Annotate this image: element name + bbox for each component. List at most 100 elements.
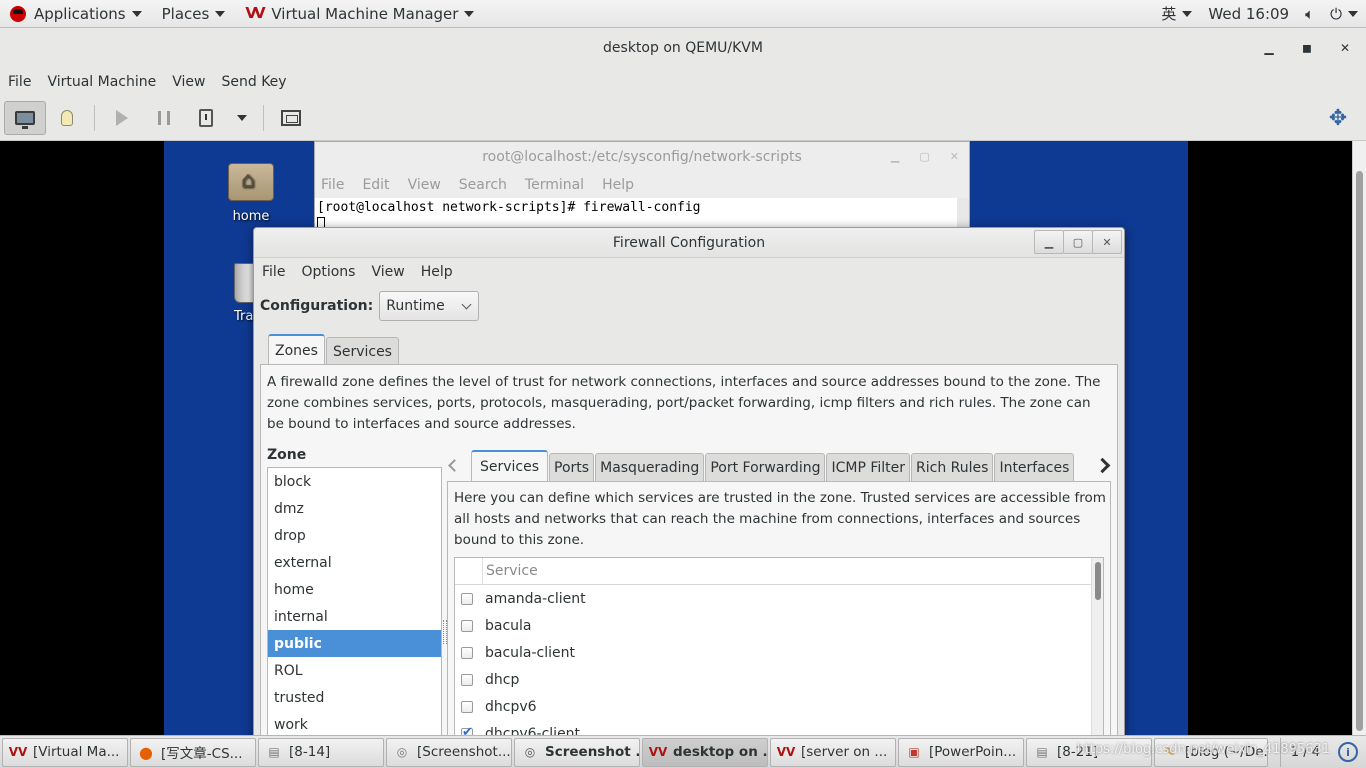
vm-window-titlebar[interactable]: desktop on QEMU/KVM ▁ ◼ ✕ — [0, 28, 1366, 68]
menu-view[interactable]: View — [404, 177, 449, 193]
configuration-select[interactable]: Runtime — [379, 291, 480, 321]
terminal-window[interactable]: root@localhost:/etc/sysconfig/network-sc… — [314, 141, 970, 242]
show-details-button[interactable] — [46, 101, 88, 135]
tab-zone-masquerading[interactable]: Masquerading — [595, 453, 705, 481]
list-item[interactable]: block — [268, 468, 441, 495]
tab-zone-services[interactable]: Services — [471, 450, 549, 481]
lightbulb-icon — [61, 110, 73, 126]
input-method-menu[interactable]: 英 — [1153, 0, 1200, 28]
fullscreen-button[interactable]: ✥ — [1322, 102, 1354, 134]
table-row[interactable]: bacula — [455, 612, 1103, 639]
pause-button[interactable] — [143, 101, 185, 135]
service-checkbox-checked[interactable] — [461, 725, 473, 735]
menu-send-key[interactable]: Send Key — [213, 74, 294, 90]
minimize-button[interactable]: ▁ — [891, 150, 899, 163]
tab-zone-icmp-filter[interactable]: ICMP Filter — [826, 453, 911, 481]
list-item[interactable]: drop — [268, 522, 441, 549]
service-checkbox[interactable] — [461, 592, 473, 605]
list-item[interactable]: work — [268, 711, 441, 735]
tab-zones[interactable]: Zones — [268, 334, 325, 365]
table-row[interactable]: amanda-client — [455, 585, 1103, 612]
service-name: dhcpv6 — [485, 698, 537, 715]
tab-zone-interfaces[interactable]: Interfaces — [994, 453, 1075, 481]
tab-zone-ports[interactable]: Ports — [549, 453, 595, 481]
menu-search[interactable]: Search — [455, 177, 515, 193]
list-item-selected[interactable]: public — [268, 630, 441, 657]
zone-list[interactable]: block dmz drop external home internal pu… — [267, 467, 442, 735]
menu-view[interactable]: View — [164, 74, 213, 90]
clock-label: Wed 16:09 — [1208, 4, 1290, 23]
close-button[interactable]: ✕ — [1092, 230, 1122, 254]
services-scrollbar[interactable] — [1091, 558, 1103, 735]
minimize-button[interactable]: ▁ — [1262, 41, 1276, 55]
menu-edit[interactable]: Edit — [358, 177, 397, 193]
service-checkbox[interactable] — [461, 700, 473, 713]
service-checkbox[interactable] — [461, 619, 473, 632]
shutdown-button[interactable] — [185, 101, 227, 135]
scrollbar-thumb[interactable] — [1095, 562, 1101, 600]
tab-scroll-right-button[interactable] — [1094, 455, 1110, 475]
console-scrollbar[interactable] — [1352, 141, 1366, 735]
close-button[interactable]: ✕ — [1338, 41, 1352, 55]
tab-scroll-left-button[interactable] — [447, 455, 461, 475]
message-tray-icon[interactable]: i — [1338, 742, 1358, 762]
checkbox-column-header[interactable] — [455, 558, 483, 585]
maximize-button[interactable]: ◼ — [1300, 41, 1314, 55]
menu-help[interactable]: Help — [598, 177, 642, 193]
volume-icon[interactable]: 🔈︎ — [1297, 0, 1322, 28]
scrollbar-thumb[interactable] — [1356, 171, 1363, 731]
menu-file[interactable]: File — [317, 177, 352, 193]
tab-services[interactable]: Services — [325, 337, 399, 365]
terminal-titlebar[interactable]: root@localhost:/etc/sysconfig/network-sc… — [315, 142, 969, 172]
menu-file[interactable]: File — [254, 264, 293, 280]
run-button[interactable] — [101, 101, 143, 135]
table-row[interactable]: bacula-client — [455, 639, 1103, 666]
firewall-config-window[interactable]: Firewall Configuration ▁ ▢ ✕ File Option… — [253, 227, 1125, 735]
maximize-button[interactable]: ▢ — [919, 150, 929, 163]
menu-help[interactable]: Help — [413, 264, 461, 280]
menu-virtual-machine[interactable]: Virtual Machine — [39, 74, 164, 90]
list-item[interactable]: internal — [268, 603, 441, 630]
shutdown-dropdown-button[interactable] — [227, 101, 257, 135]
list-item[interactable]: trusted — [268, 684, 441, 711]
tab-zone-port-forwarding[interactable]: Port Forwarding — [705, 453, 826, 481]
taskbar-item[interactable]: VV [server on ... — [770, 737, 896, 767]
menu-options[interactable]: Options — [293, 264, 363, 280]
service-checkbox[interactable] — [461, 673, 473, 686]
list-item[interactable]: ROL — [268, 657, 441, 684]
menu-file[interactable]: File — [0, 74, 39, 90]
snapshots-button[interactable] — [270, 101, 312, 135]
services-table[interactable]: Service amanda-client bacula bacula-clie… — [454, 557, 1104, 735]
table-row[interactable]: dhcpv6-client — [455, 720, 1103, 735]
show-console-button[interactable] — [4, 101, 46, 135]
list-item[interactable]: external — [268, 549, 441, 576]
list-item[interactable]: dmz — [268, 495, 441, 522]
power-menu[interactable]: ⏻ — [1322, 0, 1366, 28]
guest-console[interactable]: home Tra root@localhost:/etc/sysconfig/n… — [0, 141, 1366, 735]
table-row[interactable]: dhcpv6 — [455, 693, 1103, 720]
maximize-button[interactable]: ▢ — [1063, 230, 1093, 254]
taskbar-item[interactable]: ● [写文章-CS... — [130, 737, 256, 767]
firewall-titlebar[interactable]: Firewall Configuration ▁ ▢ ✕ — [254, 228, 1124, 258]
taskbar-item[interactable]: ▣ [PowerPoin... — [898, 737, 1024, 767]
taskbar-item[interactable]: ◎ [Screenshot... — [386, 737, 512, 767]
menu-terminal[interactable]: Terminal — [521, 177, 592, 193]
list-item[interactable]: home — [268, 576, 441, 603]
taskbar-item[interactable]: VV [Virtual Ma... — [2, 737, 128, 767]
tab-zone-rich-rules[interactable]: Rich Rules — [911, 453, 994, 481]
service-column-header[interactable]: Service — [483, 563, 538, 579]
table-row[interactable]: dhcp — [455, 666, 1103, 693]
minimize-button[interactable]: ▁ — [1034, 230, 1064, 254]
taskbar-item[interactable]: ◎ Screenshot ... — [514, 737, 640, 767]
taskbar-item[interactable]: ▤ [8-14] — [258, 737, 384, 767]
clock[interactable]: Wed 16:09 — [1200, 0, 1297, 28]
close-button[interactable]: ✕ — [950, 150, 959, 163]
taskbar-item-active[interactable]: VV desktop on ... — [642, 737, 768, 767]
service-checkbox[interactable] — [461, 646, 473, 659]
menu-view[interactable]: View — [363, 264, 412, 280]
guest-desktop[interactable]: home Tra root@localhost:/etc/sysconfig/n… — [164, 141, 1188, 735]
places-menu[interactable]: Places — [152, 0, 236, 28]
applications-menu[interactable]: Applications — [0, 0, 152, 28]
app-menu[interactable]: Virtual Machine Manager — [235, 0, 484, 28]
desktop-icon-home[interactable]: home — [216, 163, 286, 224]
